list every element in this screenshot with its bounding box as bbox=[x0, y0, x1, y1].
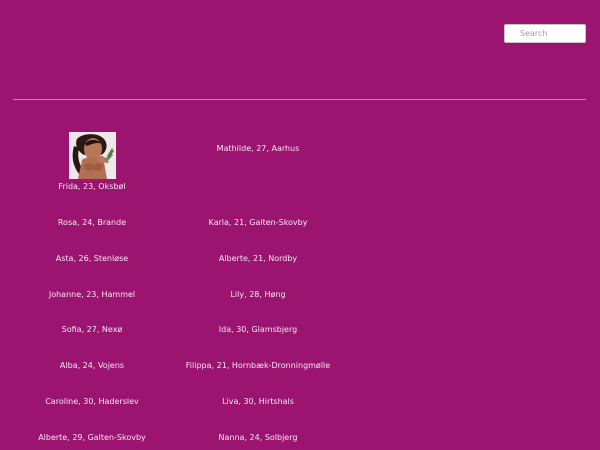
listing-item[interactable]: Alberte, 21, Nordby bbox=[168, 254, 348, 264]
listing-item[interactable]: Karla, 21, Galten-Skovby bbox=[168, 218, 348, 228]
listing-item[interactable]: Mathilde, 27, Aarhus bbox=[168, 144, 348, 154]
listing-item[interactable]: Lily, 28, Høng bbox=[168, 290, 348, 300]
header-divider bbox=[13, 99, 586, 100]
search-input[interactable] bbox=[504, 24, 586, 43]
profile-photo[interactable] bbox=[69, 132, 116, 179]
listing-item[interactable]: Rosa, 24, Brande bbox=[22, 218, 162, 228]
listing-item[interactable]: Alberte, 29, Galten-Skovby bbox=[22, 433, 162, 443]
listing-item[interactable]: Ida, 30, Glamsbjerg bbox=[168, 325, 348, 335]
listing-item[interactable]: Sofia, 27, Nexø bbox=[22, 325, 162, 335]
listing-item[interactable]: Asta, 26, Stenløse bbox=[22, 254, 162, 264]
listing-item[interactable]: Filippa, 21, Hornbæk-Dronningmølle bbox=[168, 361, 348, 371]
listing-item[interactable]: Frida, 23, Oksbøl bbox=[22, 182, 162, 192]
listing-item[interactable]: Johanne, 23, Hammel bbox=[22, 290, 162, 300]
listing-item[interactable]: Nanna, 24, Solbjerg bbox=[168, 433, 348, 443]
listing-item[interactable]: Liva, 30, Hirtshals bbox=[168, 397, 348, 407]
listing-item[interactable]: Alba, 24, Vojens bbox=[22, 361, 162, 371]
profile-photo-icon bbox=[69, 132, 116, 179]
listing-item[interactable]: Caroline, 30, Haderslev bbox=[22, 397, 162, 407]
